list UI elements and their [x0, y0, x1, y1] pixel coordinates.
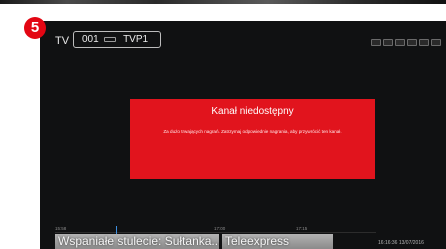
lock-icon: [395, 39, 405, 46]
dialog-title: Kanał niedostępny: [211, 106, 294, 117]
signal-icon: [371, 39, 381, 46]
step-badge: 5: [24, 17, 46, 39]
status-icons: [371, 39, 443, 47]
info-icon: [431, 39, 441, 46]
clock: 16:16:36 13/07/2016: [378, 240, 424, 246]
source-label: TV: [55, 35, 70, 47]
program-item[interactable]: Teleexpress: [222, 234, 333, 249]
channel-indicator[interactable]: 001 TVP1: [73, 31, 161, 48]
time-label: 17:15: [296, 226, 308, 231]
previous-screen-edge: [0, 0, 446, 4]
rec-icon: [383, 39, 393, 46]
time-label: 15:58: [55, 226, 67, 231]
subtitles-icon: [407, 39, 417, 46]
program-item[interactable]: Wspaniałe stulecie: Sułtanka...: [55, 234, 219, 249]
time-label: 17:00: [214, 226, 226, 231]
channel-number: 001: [82, 34, 99, 45]
channel-name: TVP1: [123, 34, 149, 45]
audio-icon: [419, 39, 429, 46]
dialog-message: Za dużo trwających nagrań. Zatrzymaj odp…: [163, 129, 342, 134]
timeline-bar: [55, 232, 376, 233]
hd-icon: [104, 36, 117, 42]
channel-unavailable-dialog: Kanał niedostępny Za dużo trwających nag…: [130, 99, 375, 179]
previous-step-strip: [0, 0, 446, 18]
